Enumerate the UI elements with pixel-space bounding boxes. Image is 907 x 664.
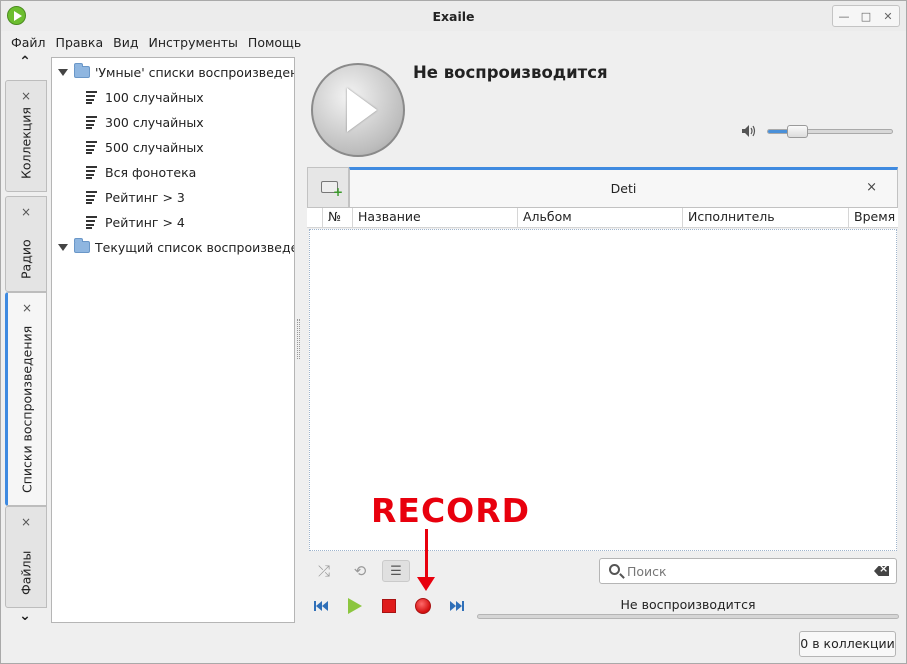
playlist-tab-label: Deti	[610, 181, 637, 196]
search-input[interactable]	[627, 562, 857, 580]
previous-track-icon	[314, 601, 328, 611]
collection-count-badge: 0 в коллекции	[799, 631, 896, 657]
menu-bar: Файл Правка Вид Инструменты Помощь	[1, 31, 906, 53]
tree-item-label: Вся фонотека	[105, 164, 197, 180]
tree-item[interactable]: 500 случайных	[86, 136, 204, 158]
playlist-icon	[86, 190, 98, 204]
folder-icon	[74, 63, 90, 78]
pane-splitter-handle[interactable]	[297, 319, 300, 359]
close-tab-collection-icon[interactable]: ×	[6, 89, 46, 103]
window-controls: — □ ✕	[832, 5, 900, 27]
title-bar: Exaile — □ ✕	[1, 1, 906, 31]
tree-group-label: 'Умные' списки воспроизведения	[95, 64, 295, 80]
folder-icon	[74, 238, 90, 253]
expander-down-icon[interactable]	[58, 243, 68, 251]
next-track-icon	[450, 601, 464, 611]
close-tab-playlists-icon[interactable]: ×	[8, 301, 46, 315]
expander-down-icon[interactable]	[58, 68, 68, 76]
close-tab-files-icon[interactable]: ×	[6, 515, 46, 529]
menu-edit[interactable]: Правка	[56, 35, 104, 50]
tree-item[interactable]: 100 случайных	[86, 86, 204, 108]
tab-files[interactable]: × Файлы	[5, 506, 47, 608]
tree-item-label: 300 случайных	[105, 114, 204, 130]
column-header-title[interactable]: Название	[353, 208, 518, 228]
next-track-button[interactable]	[446, 596, 468, 616]
playlist-column-headers: № Название Альбом Исполнитель Время	[307, 208, 898, 228]
stop-button[interactable]	[378, 596, 400, 616]
tree-item-label: 100 случайных	[105, 89, 204, 105]
tree-item[interactable]: Вся фонотека	[86, 161, 196, 183]
tab-playlists[interactable]: × Списки воспроизведения	[5, 292, 47, 506]
column-header-artist[interactable]: Исполнитель	[683, 208, 849, 228]
tabs-scroll-up-icon[interactable]: ⌃	[17, 55, 33, 69]
annotation-arrow-shaft	[425, 529, 428, 579]
volume-slider[interactable]	[767, 129, 893, 134]
new-playlist-button[interactable]	[307, 167, 349, 208]
close-tab-radio-icon[interactable]: ×	[6, 205, 46, 219]
tabs-scroll-down-icon[interactable]: ⌄	[17, 609, 33, 623]
column-header-number[interactable]: №	[323, 208, 353, 228]
menu-file[interactable]: Файл	[11, 35, 46, 50]
tab-files-label: Файлы	[18, 550, 34, 595]
column-header-album[interactable]: Альбом	[518, 208, 683, 228]
dynamic-playlist-button[interactable]: ☰	[382, 560, 410, 582]
stop-icon	[382, 599, 396, 613]
tree-item-label: Рейтинг > 4	[105, 214, 185, 230]
menu-tools[interactable]: Инструменты	[148, 35, 237, 50]
playlist-icon	[86, 90, 98, 104]
close-window-button[interactable]: ✕	[877, 6, 899, 26]
tab-collection-label: Коллекция	[18, 107, 34, 179]
playlist-icon	[86, 215, 98, 229]
window-title: Exaile	[432, 9, 475, 24]
playlist-mode-icon: ☰	[390, 563, 402, 579]
main-window: Exaile — □ ✕ Файл Правка Вид Инструменты…	[0, 0, 907, 664]
tree-item[interactable]: Рейтинг > 3	[86, 186, 185, 208]
side-panel-tabs: ⌃ × Коллекция × Радио × Списки воспроизв…	[5, 55, 47, 626]
tab-collection[interactable]: × Коллекция	[5, 80, 47, 192]
repeat-button[interactable]: ⟲	[346, 560, 374, 582]
tree-item-label: Рейтинг > 3	[105, 189, 185, 205]
minimize-button[interactable]: —	[833, 6, 855, 26]
previous-track-button[interactable]	[310, 596, 332, 616]
tab-playlist-deti[interactable]: Deti ×	[349, 167, 898, 208]
tree-group-smart-playlists[interactable]: 'Умные' списки воспроизведения	[58, 61, 295, 83]
record-button[interactable]	[412, 596, 434, 616]
now-playing-title: Не воспроизводится	[413, 63, 608, 82]
repeat-icon: ⟲	[353, 562, 367, 580]
volume-slider-handle[interactable]	[786, 125, 808, 138]
tree-group-label: Текущий список воспроизведения	[95, 239, 294, 255]
volume-icon	[742, 125, 756, 137]
close-playlist-tab-icon[interactable]: ×	[866, 180, 877, 195]
maximize-button[interactable]: □	[855, 6, 877, 26]
album-art-play-icon[interactable]	[311, 63, 405, 157]
tab-radio[interactable]: × Радио	[5, 196, 47, 292]
tree-group-current-playlist[interactable]: Текущий список воспроизведения	[58, 236, 294, 258]
tree-item-label: 500 случайных	[105, 139, 204, 155]
record-icon	[415, 598, 431, 614]
playback-progress-bar[interactable]	[477, 614, 899, 619]
playlists-tree: 'Умные' списки воспроизведения 100 случа…	[51, 57, 295, 623]
playlist-icon	[86, 115, 98, 129]
add-playlist-icon	[321, 181, 343, 199]
search-field[interactable]	[599, 558, 897, 584]
playback-status: Не воспроизводится	[620, 597, 756, 612]
menu-help[interactable]: Помощь	[248, 35, 301, 50]
tab-radio-label: Радио	[18, 239, 34, 279]
annotation-arrow-head-icon	[417, 577, 435, 591]
playlist-icon	[86, 165, 98, 179]
shuffle-button[interactable]: ⤮	[310, 560, 338, 582]
clear-search-icon[interactable]	[874, 566, 889, 576]
shuffle-icon: ⤮	[317, 562, 330, 580]
play-button[interactable]	[344, 596, 366, 616]
menu-view[interactable]: Вид	[113, 35, 138, 50]
tab-playlists-label: Списки воспроизведения	[19, 325, 35, 493]
column-header-indicator[interactable]	[307, 208, 323, 228]
column-header-time[interactable]: Время	[849, 208, 898, 228]
record-annotation-label: RECORD	[371, 491, 531, 530]
play-icon	[348, 598, 362, 614]
search-icon	[609, 564, 620, 575]
playlist-icon	[86, 140, 98, 154]
tree-item[interactable]: 300 случайных	[86, 111, 204, 133]
tree-item[interactable]: Рейтинг > 4	[86, 211, 185, 233]
